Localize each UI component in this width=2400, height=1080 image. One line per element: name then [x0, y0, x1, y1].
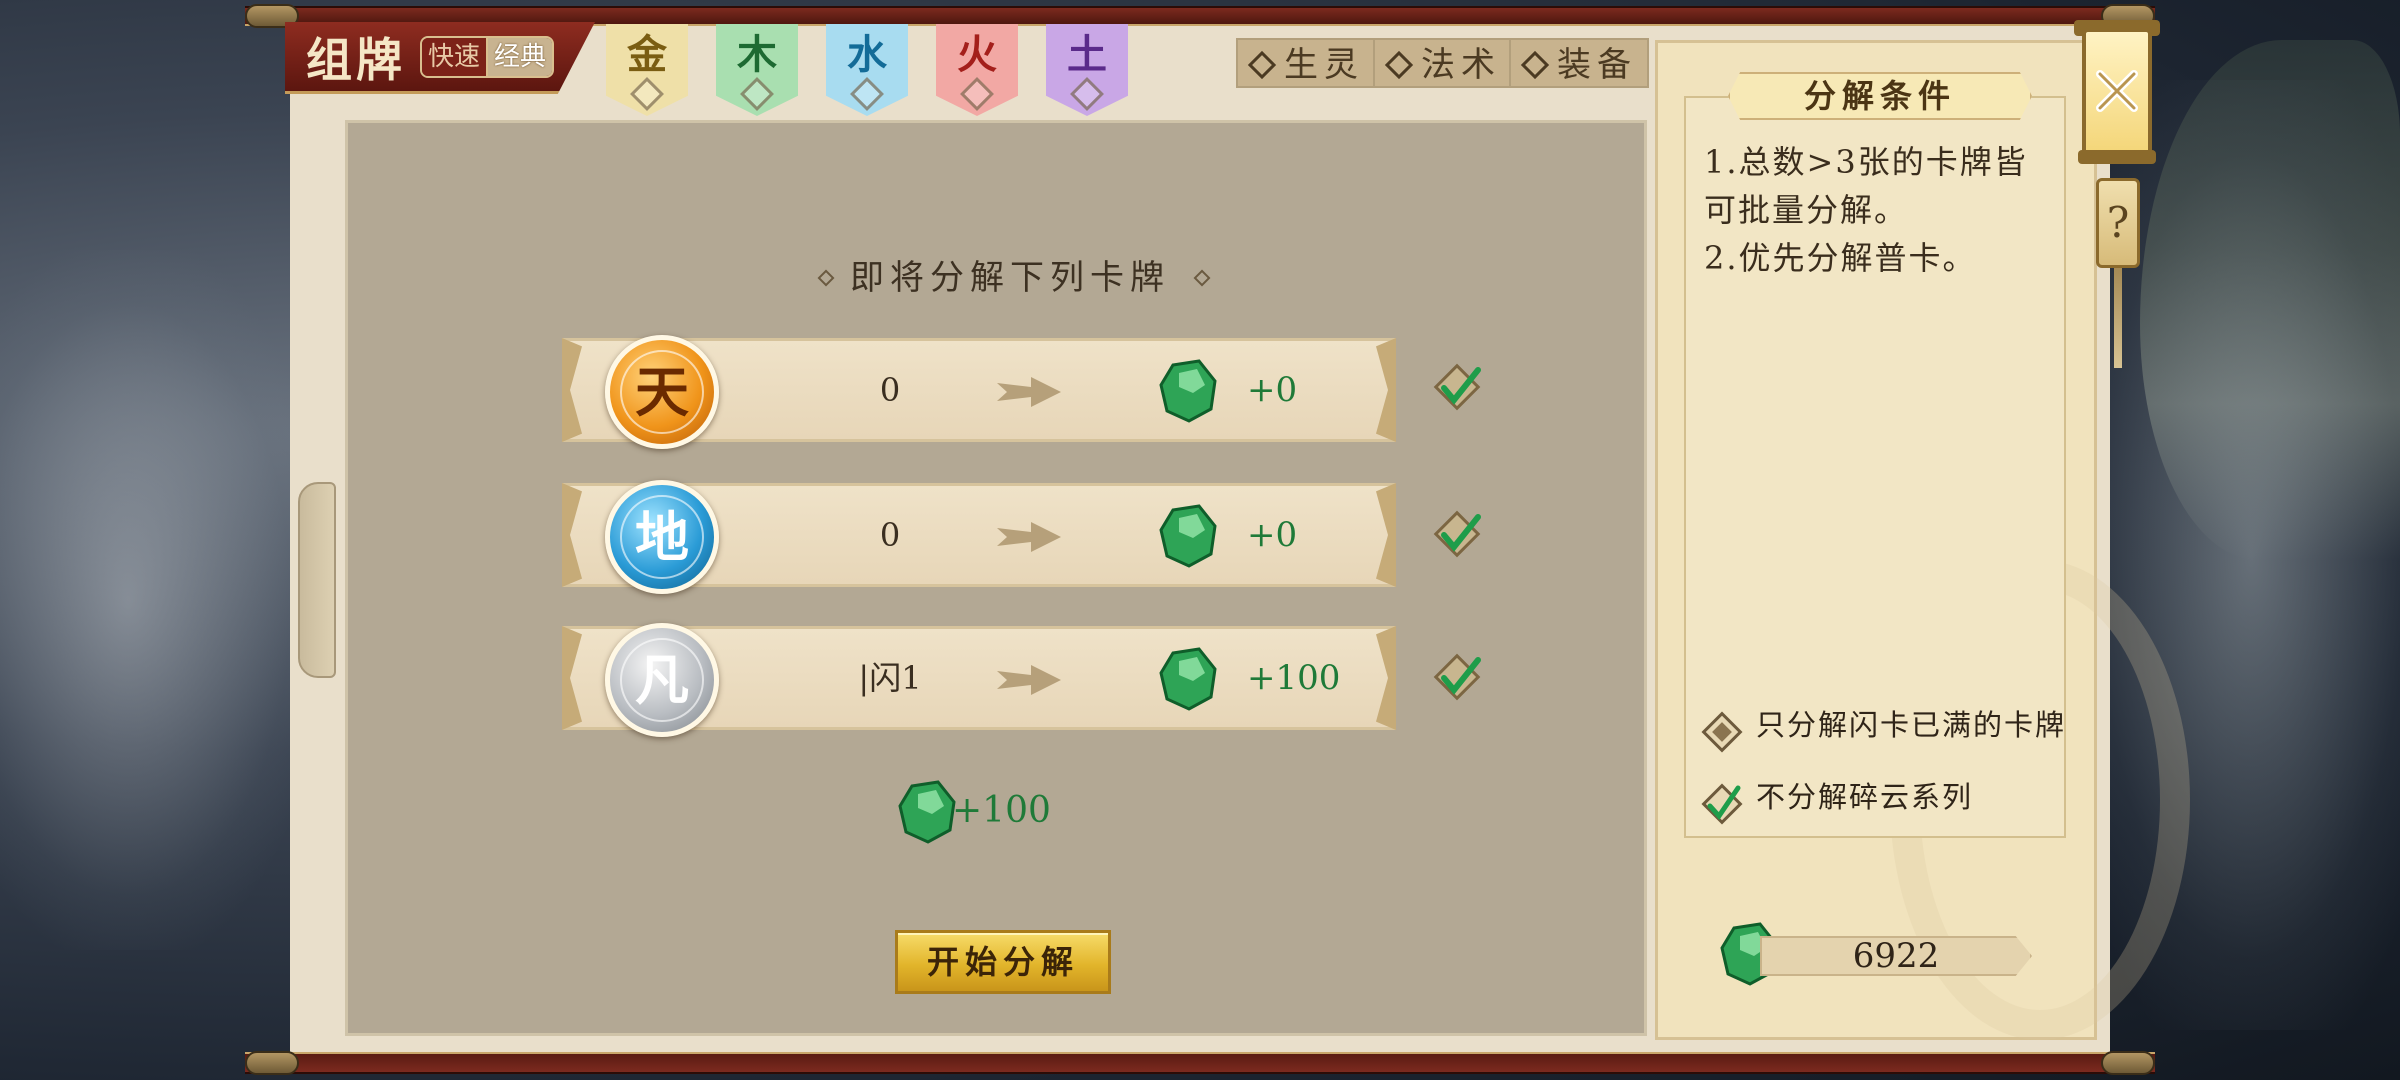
option-checkbox-unchecked-icon[interactable]	[1700, 710, 1744, 754]
decompose-row-fan: 凡 |闪1 +100	[562, 623, 1396, 737]
rule-2: 2.优先分解普卡。	[1704, 239, 1977, 277]
arrow-right-icon	[997, 522, 1061, 552]
gem-balance: 6922	[1760, 936, 2032, 976]
frame-corner-bottom-right	[2101, 1051, 2155, 1075]
frame-corner-bottom-left	[245, 1051, 299, 1075]
help-button[interactable]: ?	[2096, 178, 2140, 268]
category-label: 装备	[1557, 45, 1637, 85]
row-checkbox-fan[interactable]	[1430, 650, 1484, 704]
card-count: 0	[879, 371, 901, 409]
row-cap-left	[562, 626, 582, 730]
option-label: 只分解闪卡已满的卡牌	[1756, 708, 2067, 742]
section-title: 即将分解下列卡牌	[850, 258, 1170, 298]
medal-ring	[620, 495, 704, 579]
category-label: 法术	[1421, 45, 1501, 85]
page-title: 组牌	[306, 33, 406, 87]
jade-gem-icon	[1159, 504, 1217, 568]
option-skip-suiyun[interactable]: 不分解碎云系列	[1700, 778, 2070, 826]
decompose-row-di: 地 0 +0	[562, 480, 1396, 594]
category-creature-filter[interactable]: 生灵	[1236, 38, 1376, 88]
row-cap-right	[1376, 338, 1396, 442]
option-checkbox-checked-icon[interactable]	[1700, 782, 1744, 826]
rarity-di-medal-icon: 地	[605, 480, 719, 594]
mode-toggle: 快速 经典	[420, 36, 554, 78]
gem-gain: +0	[1247, 370, 1298, 410]
jade-gem-icon	[898, 780, 956, 844]
lantern-foot	[2078, 150, 2156, 164]
side-drawer-handle[interactable]	[298, 482, 336, 678]
background-mist-left	[0, 250, 320, 950]
arrow-right-icon	[997, 665, 1061, 695]
question-icon: ?	[2106, 198, 2130, 247]
gem-gain: +100	[1247, 658, 1341, 698]
decompose-row-tian: 天 0 +0	[562, 335, 1396, 449]
diamond-icon	[1247, 50, 1277, 80]
category-label: 生灵	[1284, 45, 1364, 85]
card-count: |闪1	[858, 659, 922, 697]
total-gem-gain: +100	[952, 790, 1051, 831]
jade-gem-icon	[1159, 359, 1217, 423]
rarity-fan-medal-icon: 凡	[605, 623, 719, 737]
category-spell-filter[interactable]: 法术	[1373, 38, 1513, 88]
diamond-icon	[1384, 50, 1414, 80]
row-cap-right	[1376, 626, 1396, 730]
lantern-tassel	[2114, 268, 2122, 368]
close-button[interactable]	[2082, 28, 2152, 156]
rule-1: 1.总数>3张的卡牌皆可批量分解。	[1704, 143, 2028, 229]
row-cap-left	[562, 338, 582, 442]
rarity-tian-medal-icon: 天	[605, 335, 719, 449]
option-label: 不分解碎云系列	[1756, 780, 1974, 814]
close-icon	[2096, 70, 2138, 112]
row-checkbox-tian[interactable]	[1430, 360, 1484, 414]
medal-ring	[620, 638, 704, 722]
diamond-icon	[1520, 50, 1550, 80]
medal-ring	[620, 350, 704, 434]
jade-gem-icon	[1159, 647, 1217, 711]
arrow-right-icon	[997, 377, 1061, 407]
row-cap-left	[562, 483, 582, 587]
row-checkbox-di[interactable]	[1430, 507, 1484, 561]
mode-quick-button[interactable]: 快速	[422, 38, 486, 76]
mode-classic-button[interactable]: 经典	[486, 38, 552, 76]
card-count: 0	[879, 516, 901, 554]
gem-gain: +0	[1247, 515, 1298, 555]
category-equipment-filter[interactable]: 装备	[1509, 38, 1649, 88]
option-only-full-flash[interactable]: 只分解闪卡已满的卡牌	[1700, 706, 2070, 754]
row-cap-right	[1376, 483, 1396, 587]
start-decompose-button[interactable]: 开始分解	[895, 930, 1111, 994]
conditions-title: 分解条件	[1728, 72, 2032, 120]
frame-bottom-bar	[245, 1052, 2155, 1074]
conditions-rules: 1.总数>3张的卡牌皆可批量分解。 2.优先分解普卡。	[1704, 138, 2060, 282]
